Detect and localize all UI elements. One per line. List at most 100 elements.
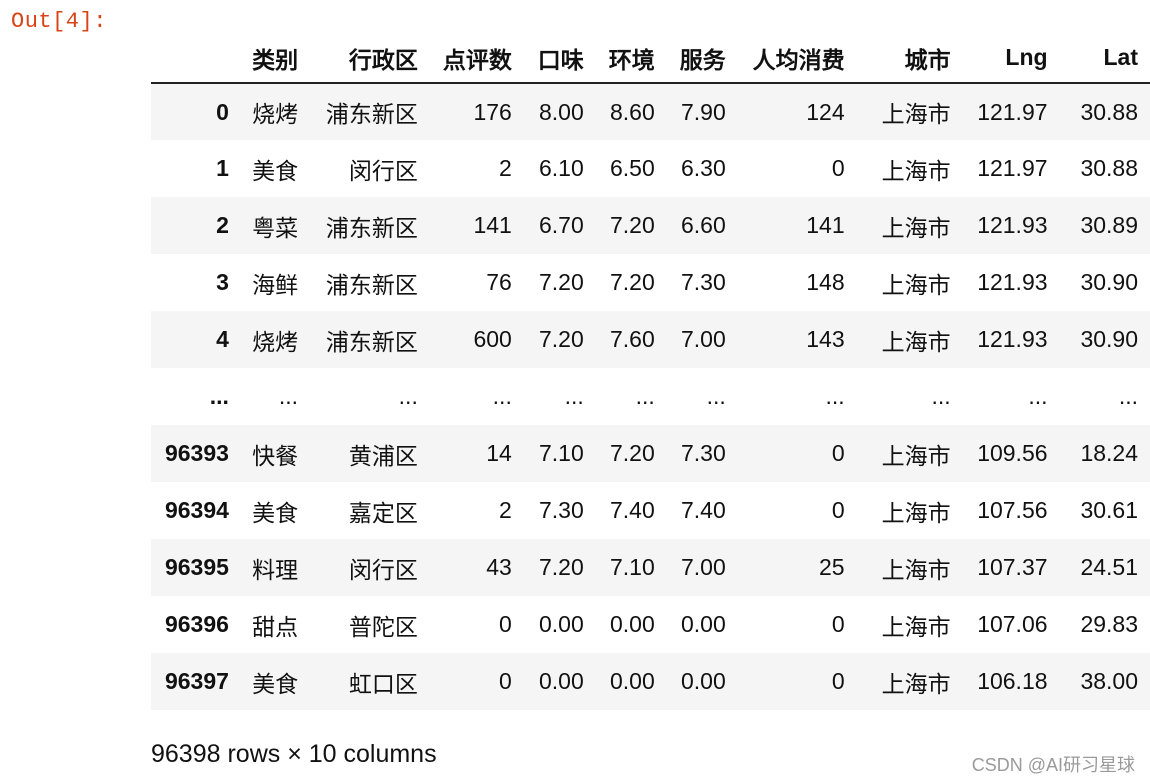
table-cell: 24.51 [1080,554,1138,580]
table-cell: 闵行区 [348,157,418,184]
output-prompt: Out[4]: [11,9,107,34]
table-cell: 6.70 [539,212,584,238]
table-cell: ... [1118,383,1138,409]
table-cell: 121.97 [977,98,1048,125]
header-row: 类别 行政区 点评数 口味 环境 服务 人均消费 城市 Lng Lat [151,33,1150,84]
row-index: 4 [216,326,229,352]
table-cell: 嘉定区 [348,499,418,526]
table-cell: 30.90 [1080,269,1138,295]
row-index: 96394 [164,497,229,523]
table-row: 96396 甜点 普陀区 0 0.00 0.00 0.00 0 上海市 107.06 29.83 [151,596,1150,653]
table-cell: 黄浦区 [348,442,418,469]
table-cell: 8.00 [539,98,584,125]
table-cell: 海鲜 [252,271,299,298]
table-row: 96397 美食 虹口区 0 0.00 0.00 0.00 0 上海市 106.18 38.00 [151,653,1150,710]
table-cell: 上海市 [881,101,951,127]
table-cell: 7.30 [539,497,584,523]
table-cell: 30.61 [1080,497,1138,523]
table-cell: 0.00 [681,668,726,694]
table-cell: 上海市 [881,442,951,469]
table-cell: 上海市 [881,214,951,241]
table-cell: 7.00 [681,554,726,580]
table-cell: 6.30 [681,155,726,181]
table-cell: 0.00 [539,668,584,694]
table-cell: 121.97 [977,155,1048,181]
table-cell: 143 [806,326,845,352]
table-cell: 粤菜 [252,214,299,241]
table-cell: 106.18 [977,668,1048,694]
column-header: 口味 [523,33,596,84]
row-index: 96396 [164,611,229,637]
table-cell: 闵行区 [348,556,418,583]
table-cell: 7.10 [610,554,655,580]
table-cell: 浦东新区 [325,271,418,298]
table-cell: 38.00 [1080,668,1138,694]
table-cell: 2 [499,497,512,523]
table-cell: 2 [499,155,512,181]
table-cell: 0 [831,440,845,466]
table-cell: 7.20 [539,554,584,580]
table-cell: 烧烤 [252,101,299,127]
table-cell: 0 [831,497,845,523]
column-header: 点评数 [429,33,524,84]
table-cell: 0.00 [539,611,584,637]
table-cell: ... [398,383,418,409]
table-cell: 148 [806,269,845,295]
table-cell: 7.60 [610,326,655,352]
table-cell: 7.00 [681,326,726,352]
table-row: 4 烧烤 浦东新区 600 7.20 7.60 7.00 143 上海市 121.93 30.90 [151,311,1150,368]
table-cell: 107.37 [977,554,1048,580]
table-cell: ... [1028,383,1048,409]
table-cell: 124 [806,98,845,125]
row-index: 3 [216,269,229,295]
table-cell: 107.06 [977,611,1048,637]
table-cell: 109.56 [977,440,1048,466]
table-cell: 虹口区 [348,670,418,697]
table-cell: 30.90 [1080,326,1138,352]
dataframe-output: 类别 行政区 点评数 口味 环境 服务 人均消费 城市 Lng Lat 0 烧烤 浦东新区 176 8.0… [151,33,1150,710]
table-cell: 快餐 [252,442,299,469]
table-cell: 6.50 [610,155,655,181]
table-cell: 7.30 [681,440,726,466]
row-index: 0 [216,98,229,125]
table-cell: 7.40 [610,497,655,523]
table-cell: 上海市 [881,157,951,184]
column-header: 环境 [595,33,667,84]
table-cell: 7.10 [539,440,584,466]
table-cell: ... [635,383,655,409]
table-cell: 上海市 [881,613,951,640]
column-header: 类别 [240,33,311,84]
table-cell: 浦东新区 [325,214,418,241]
table-cell: ... [931,383,951,409]
table-cell: 121.93 [977,326,1048,352]
table-cell: 浦东新区 [325,101,418,127]
table-cell: 普陀区 [348,613,418,640]
row-index: 1 [216,155,229,181]
table-cell: 107.56 [977,497,1048,523]
table-cell: ... [278,383,299,409]
table-cell: 上海市 [881,271,951,298]
table-row: 0 烧烤 浦东新区 176 8.00 8.60 7.90 124 上海市 121.97 30.88 [151,83,1150,140]
table-cell: 7.20 [610,440,655,466]
table-row: ................................. [151,368,1150,425]
table-cell: 0.00 [681,611,726,637]
table-cell: 121.93 [977,269,1048,295]
table-cell: 8.60 [610,98,655,125]
table-cell: 600 [473,326,512,352]
table-cell: 7.20 [539,269,584,295]
table-cell: 7.20 [610,269,655,295]
table-cell: 18.24 [1080,440,1138,466]
table-header: 类别 行政区 点评数 口味 环境 服务 人均消费 城市 Lng Lat [151,33,1150,84]
column-header: 人均消费 [737,33,857,84]
row-index: 96397 [164,668,229,694]
table-cell: 0 [831,611,845,637]
row-index: 96395 [164,554,229,580]
table-cell: 甜点 [252,613,299,640]
table-cell: 上海市 [881,328,951,355]
table-cell: 料理 [252,556,299,583]
table-cell: 176 [473,98,512,125]
table-cell: ... [825,383,845,409]
table-cell: 美食 [252,499,299,526]
dataframe-shape: 96398 rows × 10 columns [151,740,437,768]
table-row: 1 美食 闵行区 2 6.10 6.50 6.30 0 上海市 121.97 30.88 [151,140,1150,197]
